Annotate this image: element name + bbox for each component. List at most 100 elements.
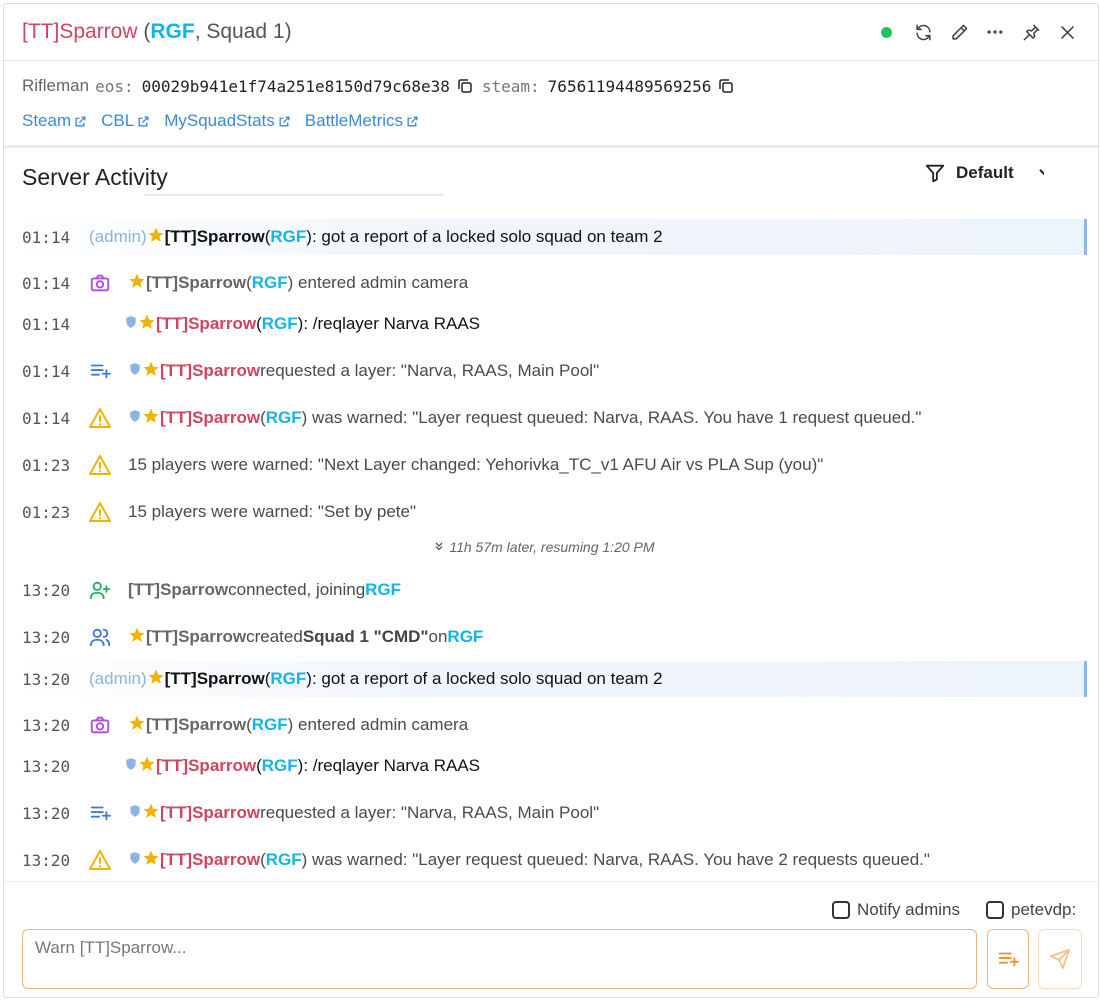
message-text: requested a layer: "Narva, RAAS, Main Po…: [260, 803, 600, 822]
section-divider: [4, 145, 1098, 148]
link-steam[interactable]: Steam: [22, 111, 87, 131]
title-paren: (: [137, 20, 151, 43]
player-name[interactable]: [TT]Sparrow: [160, 803, 260, 823]
row-time: 01:14: [22, 314, 71, 334]
edit-icon[interactable]: [948, 21, 970, 43]
link-battlemetrics-label: BattleMetrics: [304, 111, 404, 130]
refresh-icon[interactable]: [912, 21, 934, 43]
activity-row: 01:23 15 players were warned: "Set by pe…: [4, 494, 1084, 530]
warn-input-placeholder: Warn [TT]Sparrow...: [35, 938, 187, 957]
warning-icon: [88, 406, 112, 430]
squad-name: Squad 1 "CMD": [302, 627, 429, 646]
player-panel: [TT]Sparrow (RGF, Squad 1) Rifleman eos:: [3, 3, 1099, 998]
activity-row: 13:20 [TT]Sparrow(RGF) was warned: "Laye…: [4, 842, 1084, 878]
copy-eos-icon[interactable]: [456, 77, 474, 95]
player-name[interactable]: [TT]Sparrow: [160, 850, 260, 870]
notify-admins-checkbox[interactable]: Notify admins: [832, 900, 960, 920]
external-link-icon: [407, 115, 418, 127]
team-name: RGF: [265, 408, 302, 427]
activity-row: 01:14 [TT]Sparrow(RGF) was warned: "Laye…: [4, 400, 1084, 436]
notify-admins-label: Notify admins: [857, 900, 960, 919]
activity-row: 01:14 [TT]Sparrow(RGF): /reqlayer Narva …: [4, 306, 1084, 342]
user-plus-icon: [88, 578, 112, 602]
warning-icon: [88, 848, 112, 872]
link-battlemetrics[interactable]: BattleMetrics: [305, 111, 419, 131]
list-add-icon: [998, 952, 1019, 967]
user-checkbox[interactable]: petevdp:: [986, 900, 1076, 920]
activity-row: 13:20 [TT]Sparrow requested a layer: "Na…: [4, 795, 1084, 831]
row-time: 13:20: [22, 580, 71, 600]
row-message: [TT]Sparrow(RGF): /reqlayer Narva RAAS: [124, 755, 480, 778]
shield-icon: [128, 361, 142, 381]
activity-row: 01:14 [TT]Sparrow requested a layer: "Na…: [4, 353, 1084, 389]
link-mysquadstats[interactable]: MySquadStats: [164, 111, 291, 131]
row-message: (admin) [TT]Sparrow(RGF): got a report o…: [89, 226, 663, 249]
checkbox-box[interactable]: [832, 901, 850, 919]
player-name[interactable]: [TT]Sparrow: [160, 361, 260, 381]
row-message: [TT]Sparrow(RGF): /reqlayer Narva RAAS: [124, 313, 480, 336]
player-name[interactable]: [TT]Sparrow: [128, 580, 228, 600]
header-actions: [881, 21, 1078, 43]
user-checkbox-label: petevdp:: [1011, 900, 1077, 919]
activity-row: 01:14 [TT]Sparrow(RGF) entered admin cam…: [4, 265, 1084, 301]
copy-steam-icon[interactable]: [717, 77, 735, 95]
row-message: [TT]Sparrow requested a layer: "Narva, R…: [128, 360, 599, 383]
checkbox-box[interactable]: [986, 901, 1004, 919]
player-name: [TT]Sparrow: [22, 20, 138, 43]
pin-icon[interactable]: [1020, 21, 1042, 43]
external-link-icon: [75, 115, 86, 127]
message-text: created: [246, 627, 303, 646]
eos-value: 00029b941e1f74a251e8150d79c68e38: [141, 76, 450, 96]
team-name: RGF: [270, 669, 307, 688]
star-icon: [142, 849, 160, 872]
activity-row: 01:23 15 players were warned: "Next Laye…: [4, 447, 1084, 483]
send-button[interactable]: [1038, 929, 1082, 989]
player-team: RGF: [150, 20, 195, 43]
star-icon: [138, 755, 156, 778]
camera-icon: [88, 271, 112, 295]
warn-message-input[interactable]: Warn [TT]Sparrow...: [22, 929, 977, 989]
star-icon: [142, 360, 160, 383]
player-name[interactable]: [TT]Sparrow: [160, 408, 260, 428]
player-squad: , Squad 1): [194, 20, 292, 43]
player-name[interactable]: [TT]Sparrow: [165, 669, 265, 689]
player-name[interactable]: [TT]Sparrow: [146, 715, 246, 735]
external-links: Steam CBL MySquadStats BattleMetrics: [22, 111, 419, 131]
message-text: connected, joining: [228, 580, 366, 599]
team-name: RGF: [251, 273, 288, 292]
link-mysquadstats-label: MySquadStats: [164, 111, 275, 130]
player-ids: Rifleman eos: 00029b941e1f74a251e8150d79…: [22, 76, 743, 96]
camera-icon: [88, 713, 112, 737]
player-name[interactable]: [TT]Sparrow: [165, 227, 265, 247]
shield-icon: [128, 408, 142, 428]
message-text: ) entered admin camera: [287, 715, 469, 734]
shield-icon: [128, 803, 142, 823]
activity-feed[interactable]: 01:14 (admin) [TT]Sparrow(RGF): got a re…: [4, 194, 1098, 880]
warn-queue-button[interactable]: [987, 929, 1029, 989]
link-cbl[interactable]: CBL: [101, 111, 150, 131]
close-icon[interactable]: [1056, 21, 1078, 43]
activity-filter-select[interactable]: Default: [924, 162, 1044, 184]
player-name[interactable]: [TT]Sparrow: [156, 756, 256, 776]
row-message: [TT]Sparrow(RGF) was warned: "Layer requ…: [128, 407, 921, 430]
more-icon[interactable]: [984, 21, 1006, 43]
team-name: RGF: [265, 850, 302, 869]
send-icon: [1049, 948, 1071, 970]
message-text: ) entered admin camera: [287, 273, 469, 292]
activity-row: 13:20 [TT]Sparrow(RGF) entered admin cam…: [4, 707, 1084, 743]
server-activity-title: Server Activity: [22, 164, 168, 190]
shield-icon: [128, 850, 142, 870]
row-message: [TT]Sparrow created Squad 1 "CMD" on RGF: [128, 626, 483, 649]
cut-off-row: [4, 194, 1084, 204]
row-time: 01:14: [22, 227, 71, 247]
link-steam-label: Steam: [22, 111, 72, 130]
player-name[interactable]: [TT]Sparrow: [146, 627, 246, 647]
row-time: 13:20: [22, 715, 71, 735]
link-cbl-label: CBL: [101, 111, 135, 130]
player-title: [TT]Sparrow (RGF, Squad 1): [22, 20, 292, 44]
message-text: ): got a report of a locked solo squad o…: [306, 227, 663, 246]
chevrons-down-icon: [433, 539, 445, 555]
row-time: 01:14: [22, 408, 71, 428]
player-name[interactable]: [TT]Sparrow: [156, 314, 256, 334]
player-name[interactable]: [TT]Sparrow: [146, 273, 246, 293]
